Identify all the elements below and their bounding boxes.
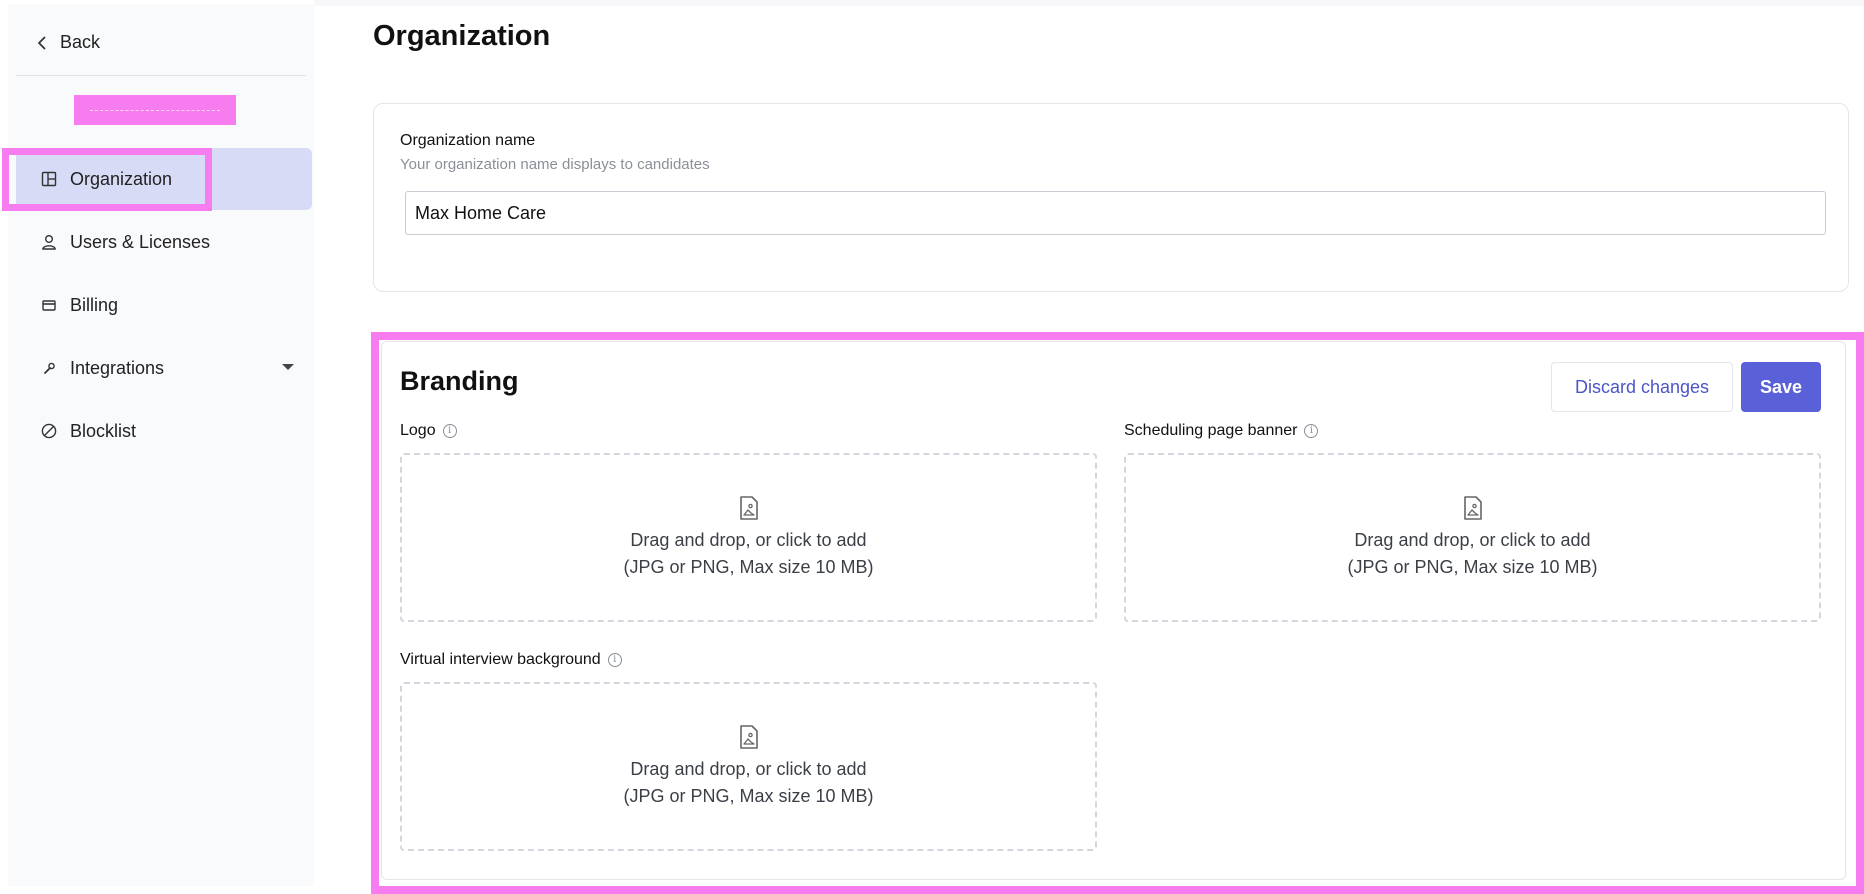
company-logo (74, 95, 236, 125)
sidebar-item-label: Integrations (70, 357, 165, 378)
chevron-left-icon (38, 36, 46, 49)
virtual-background-dropzone[interactable]: Drag and drop, or click to add (JPG or P… (400, 682, 1097, 851)
back-button[interactable]: Back (34, 32, 100, 53)
sidebar-item-label: Billing (70, 294, 119, 315)
virtual-background-label: Virtual interview background i (400, 651, 622, 669)
dropzone-constraints: (JPG or PNG, Max size 10 MB) (623, 556, 874, 577)
sidebar-item-users-licenses[interactable]: Users & Licenses (16, 211, 312, 273)
image-file-icon (1463, 495, 1482, 520)
save-button[interactable]: Save (1741, 362, 1821, 412)
sidebar-item-organization[interactable]: Organization (16, 148, 312, 210)
ban-icon (40, 422, 58, 440)
organization-name-label: Organization name (400, 132, 536, 149)
sidebar-item-label: Blocklist (70, 420, 137, 441)
user-icon (40, 233, 58, 251)
page-title: Organization (373, 20, 551, 52)
upload-label-text: Virtual interview background (400, 651, 601, 668)
logo-dropzone[interactable]: Drag and drop, or click to add (JPG or P… (400, 453, 1097, 622)
upload-label-text: Scheduling page banner (1124, 422, 1298, 439)
image-file-icon (739, 495, 758, 520)
info-icon[interactable]: i (1304, 424, 1319, 438)
sidebar-item-integrations[interactable]: Integrations (16, 337, 312, 399)
sidebar-item-billing[interactable]: Billing (16, 274, 312, 336)
organization-name-input[interactable] (405, 191, 1826, 235)
discard-changes-button[interactable]: Discard changes (1551, 362, 1733, 412)
sidebar-item-label: Organization (70, 168, 173, 189)
dropzone-instruction: Drag and drop, or click to add (630, 758, 867, 779)
sidebar-item-label: Users & Licenses (70, 231, 211, 252)
sidebar: Back Organization Users & Licenses Billi… (8, 4, 314, 886)
scheduling-banner-dropzone[interactable]: Drag and drop, or click to add (JPG or P… (1124, 453, 1821, 622)
chevron-down-icon[interactable] (282, 364, 294, 370)
dropzone-constraints: (JPG or PNG, Max size 10 MB) (623, 785, 874, 806)
dropzone-constraints: (JPG or PNG, Max size 10 MB) (1347, 556, 1598, 577)
info-icon[interactable]: i (607, 653, 622, 667)
image-file-icon (739, 724, 758, 749)
back-label: Back (60, 32, 101, 52)
upload-label-text: Logo (400, 422, 436, 439)
info-icon[interactable]: i (442, 424, 457, 438)
top-border (314, 0, 1864, 6)
layout-icon (40, 170, 58, 188)
organization-name-help: Your organization name displays to candi… (400, 156, 710, 173)
wrench-icon (40, 359, 58, 377)
credit-card-icon (40, 296, 58, 314)
sidebar-item-blocklist[interactable]: Blocklist (16, 400, 312, 462)
dropzone-instruction: Drag and drop, or click to add (630, 529, 867, 550)
sidebar-divider (16, 75, 306, 76)
dropzone-instruction: Drag and drop, or click to add (1354, 529, 1591, 550)
branding-title: Branding (400, 366, 519, 396)
logo-label: Logo i (400, 422, 457, 440)
scheduling-banner-label: Scheduling page banner i (1124, 422, 1319, 440)
